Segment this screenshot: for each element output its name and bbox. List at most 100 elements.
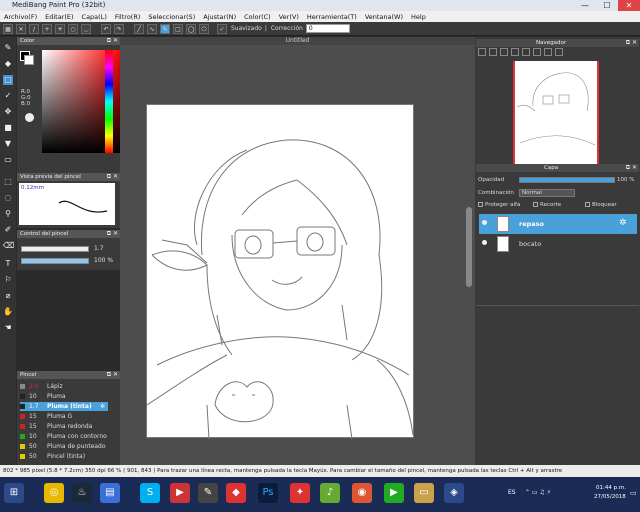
flip-icon[interactable] xyxy=(555,48,563,56)
zoom-out-icon[interactable] xyxy=(489,48,497,56)
line-tool-icon[interactable]: ╱ xyxy=(134,23,144,34)
clock-date[interactable]: 27/05/2018 xyxy=(594,494,626,500)
bucket-tool-icon[interactable]: ▼ xyxy=(3,139,13,149)
stabilizer-checkbox[interactable]: ✓ xyxy=(217,23,227,34)
brush-item-selected[interactable]: 1.7 Pluma (tinta) ✲ xyxy=(20,402,108,411)
gear-icon[interactable]: ✲ xyxy=(100,402,105,411)
clip-checkbox[interactable]: Recorte xyxy=(533,202,561,208)
pan-tool-icon[interactable]: ☚ xyxy=(3,323,13,333)
divide-tool-icon[interactable]: ⚐ xyxy=(3,275,13,285)
brush-item[interactable]: 50 Pincel (tinta) xyxy=(20,452,108,461)
snap-radial-icon[interactable]: ✳ xyxy=(55,23,65,34)
snap-off-icon[interactable]: ✕ xyxy=(16,23,26,34)
undo-icon[interactable]: ↶ xyxy=(101,23,111,34)
notifications-icon[interactable]: ▭ xyxy=(630,489,637,497)
color-wheel-icon[interactable] xyxy=(25,113,34,122)
photoshop-icon[interactable]: Ps xyxy=(258,483,278,503)
tray-icons[interactable]: ⌃ ▭ ♫ ⚡ xyxy=(525,489,551,496)
brush-item[interactable]: 2.0 Lápiz xyxy=(20,382,108,391)
menu-editar[interactable]: Editar(E) xyxy=(41,13,77,21)
freehand-tool-icon[interactable]: ✎ xyxy=(160,23,170,34)
grid-icon[interactable]: ▦ xyxy=(3,23,13,34)
shape-tool-icon[interactable]: ■ xyxy=(3,123,13,133)
panel-close-icon[interactable]: ⧉ ✕ xyxy=(626,164,637,172)
app-icon[interactable]: ♪ xyxy=(320,483,340,503)
menu-filtro[interactable]: Filtro(R) xyxy=(111,13,145,21)
panel-close-icon[interactable]: ⧉ ✕ xyxy=(626,39,637,47)
brush-opacity-slider[interactable] xyxy=(21,258,89,264)
actual-size-icon[interactable] xyxy=(511,48,519,56)
menu-seleccionar[interactable]: Seleccionar(S) xyxy=(144,13,199,21)
protect-alpha-checkbox[interactable]: Proteger alfa xyxy=(478,202,520,208)
menu-help[interactable]: Help xyxy=(407,13,430,21)
menu-color[interactable]: Color(C) xyxy=(240,13,275,21)
menu-ajustar[interactable]: Ajustar(N) xyxy=(199,13,240,21)
visibility-eye-icon[interactable] xyxy=(482,220,487,225)
clock-time[interactable]: 01:44 p.m. xyxy=(596,485,626,491)
gradient-tool-icon[interactable]: ▭ xyxy=(3,155,13,165)
brush-item[interactable]: 15 Pluma G xyxy=(20,412,108,421)
brush-item[interactable]: 15 Pluma redonda xyxy=(20,422,108,431)
folder-icon[interactable]: ▭ xyxy=(414,483,434,503)
app-icon[interactable]: ✦ xyxy=(290,483,310,503)
menu-archivo[interactable]: Archivo(F) xyxy=(0,13,41,21)
visibility-eye-icon[interactable] xyxy=(482,240,487,245)
panel-close-icon[interactable]: ⧉ ✕ xyxy=(107,37,118,45)
background-color[interactable] xyxy=(24,55,34,65)
canvas-tab[interactable]: Untitled xyxy=(120,37,475,45)
skype-icon[interactable]: S xyxy=(140,483,160,503)
layer-row[interactable]: bocato xyxy=(479,234,637,254)
medibang-icon[interactable]: ✎ xyxy=(198,483,218,503)
menu-herramienta[interactable]: Herramienta(T) xyxy=(303,13,361,21)
navigator-thumbnail[interactable] xyxy=(513,61,599,165)
rotate-left-icon[interactable] xyxy=(522,48,530,56)
close-button[interactable]: ✕ xyxy=(618,0,640,11)
blur-tool-icon[interactable]: ✓ xyxy=(3,91,13,101)
app-icon[interactable]: ▶ xyxy=(384,483,404,503)
select-pen-tool-icon[interactable]: ✐ xyxy=(3,225,13,235)
panel-close-icon[interactable]: ⧉ ✕ xyxy=(107,173,118,181)
brush-item[interactable]: 10 Pluma xyxy=(20,392,108,401)
explorer-icon[interactable]: ▤ xyxy=(100,483,120,503)
layer-row-selected[interactable]: repaso ✲ xyxy=(479,214,637,234)
move-tool-icon[interactable]: ✥ xyxy=(3,107,13,117)
hand-tool-icon[interactable]: ✋ xyxy=(3,307,13,317)
magic-wand-tool-icon[interactable]: ⚲ xyxy=(3,209,13,219)
menu-ver[interactable]: Ver(V) xyxy=(275,13,303,21)
layer-settings-gear-icon[interactable]: ✲ xyxy=(619,218,627,228)
brush-size-slider[interactable] xyxy=(21,246,89,252)
brush-item[interactable]: 10 Pluma con contorno xyxy=(20,432,108,441)
vertical-scrollbar[interactable] xyxy=(466,207,472,287)
windows-start-icon[interactable]: ⊞ xyxy=(4,483,24,503)
app-icon[interactable]: ▶ xyxy=(170,483,190,503)
correccion-select[interactable]: 0 xyxy=(305,24,350,33)
chrome-icon[interactable]: ◎ xyxy=(44,483,64,503)
polygon-tool-icon[interactable]: ⬠ xyxy=(199,23,209,34)
blend-mode-select[interactable]: Normal xyxy=(519,189,575,197)
lock-checkbox[interactable]: Bloquear xyxy=(585,202,617,208)
eraser-tool-icon[interactable]: ◆ xyxy=(3,59,13,69)
app-icon[interactable]: ◉ xyxy=(352,483,372,503)
eyedropper-tool-icon[interactable]: ⌀ xyxy=(3,291,13,301)
snap-cross-icon[interactable]: + xyxy=(42,23,52,34)
maximize-button[interactable]: ☐ xyxy=(596,0,618,11)
language-indicator[interactable]: ES xyxy=(508,489,516,496)
brush-item[interactable]: 50 Pluma de punteado xyxy=(20,442,108,451)
zoom-in-icon[interactable] xyxy=(478,48,486,56)
fit-icon[interactable] xyxy=(500,48,508,56)
menu-ventana[interactable]: Ventana(W) xyxy=(361,13,407,21)
redo-icon[interactable]: ↷ xyxy=(114,23,124,34)
snap-parallel-icon[interactable]: / xyxy=(29,23,39,34)
brush-tool-icon[interactable]: ✎ xyxy=(3,43,13,53)
hue-slider[interactable] xyxy=(105,50,113,153)
drawing-canvas[interactable] xyxy=(146,104,414,440)
app-icon[interactable]: ◆ xyxy=(226,483,246,503)
panel-close-icon[interactable]: ⧉ ✕ xyxy=(107,230,118,238)
layer-opacity-slider[interactable] xyxy=(519,177,615,183)
snap-circle-icon[interactable]: ○ xyxy=(68,23,78,34)
minimize-button[interactable]: — xyxy=(574,0,596,11)
steam-icon[interactable]: ♨ xyxy=(72,483,92,503)
text-tool-icon[interactable]: T xyxy=(3,259,13,269)
reset-rotation-icon[interactable] xyxy=(544,48,552,56)
polyline-tool-icon[interactable]: ∿ xyxy=(147,23,157,34)
